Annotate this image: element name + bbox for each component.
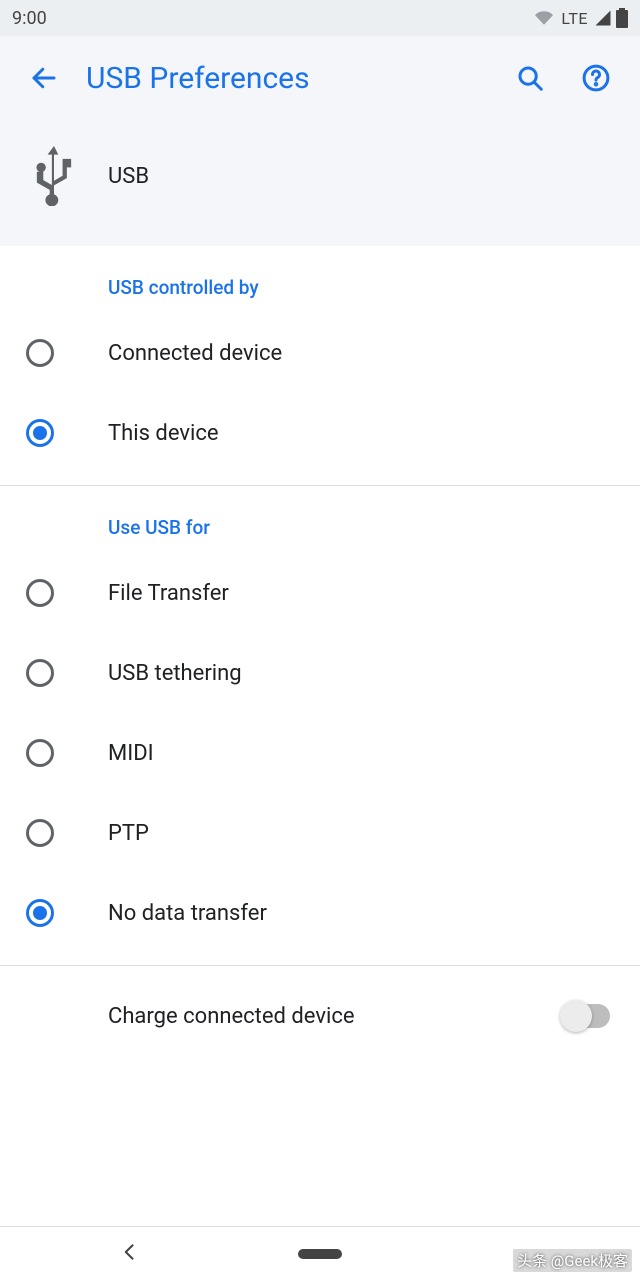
radio-icon (26, 579, 54, 607)
radio-icon (26, 419, 54, 447)
radio-label: Connected device (108, 341, 282, 366)
help-button[interactable] (572, 54, 620, 102)
page-title: USB Preferences (86, 61, 488, 96)
radio-icon (26, 819, 54, 847)
search-button[interactable] (506, 54, 554, 102)
section-header-use-for: Use USB for (0, 486, 640, 553)
radio-icon (26, 899, 54, 927)
network-label: LTE (561, 9, 588, 28)
radio-label: This device (108, 421, 219, 446)
battery-icon (616, 8, 628, 28)
radio-label: USB tethering (108, 661, 242, 686)
nav-back-button[interactable] (120, 1242, 140, 1266)
radio-midi[interactable]: MIDI (0, 713, 640, 793)
app-bar: USB Preferences (0, 36, 640, 120)
status-bar: 9:00 LTE (0, 0, 640, 36)
radio-label: No data transfer (108, 901, 267, 926)
toggle-knob (560, 1000, 592, 1032)
navigation-bar: 头条 @Geek极客 (0, 1226, 640, 1280)
radio-connected-device[interactable]: Connected device (0, 313, 640, 393)
radio-icon (26, 739, 54, 767)
watermark: 头条 @Geek极客 (513, 1249, 632, 1272)
radio-file-transfer[interactable]: File Transfer (0, 553, 640, 633)
back-button[interactable] (20, 54, 68, 102)
section-header-controlled-by: USB controlled by (0, 246, 640, 313)
usb-icon (0, 146, 108, 206)
usb-header-label: USB (108, 164, 149, 189)
switch-charge-connected-device[interactable]: Charge connected device (0, 966, 640, 1066)
signal-icon (594, 9, 612, 27)
toggle-switch[interactable] (562, 1004, 610, 1028)
radio-label: MIDI (108, 741, 154, 766)
radio-no-data-transfer[interactable]: No data transfer (0, 873, 640, 953)
radio-label: PTP (108, 821, 149, 846)
wifi-icon (533, 9, 555, 27)
radio-icon (26, 659, 54, 687)
switch-label: Charge connected device (108, 1004, 562, 1029)
radio-label: File Transfer (108, 581, 229, 606)
radio-ptp[interactable]: PTP (0, 793, 640, 873)
radio-icon (26, 339, 54, 367)
usb-header-row: USB (0, 120, 640, 246)
nav-home-pill[interactable] (298, 1249, 342, 1259)
radio-usb-tethering[interactable]: USB tethering (0, 633, 640, 713)
radio-this-device[interactable]: This device (0, 393, 640, 473)
status-time: 9:00 (12, 8, 533, 29)
